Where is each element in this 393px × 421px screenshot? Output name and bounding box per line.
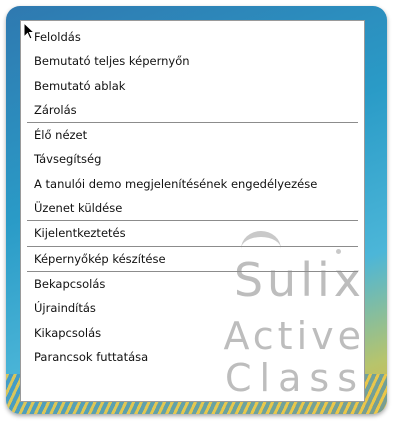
menu-item-run-commands[interactable]: Parancsok futtatása	[21, 345, 364, 369]
menu-item-power-off[interactable]: Kikapcsolás	[21, 321, 364, 345]
menu-item-live-view[interactable]: Élő nézet	[21, 123, 364, 147]
menu-item-lock[interactable]: Zárolás	[21, 98, 364, 122]
menu-item-unlock[interactable]: Feloldás	[21, 25, 364, 49]
context-menu: ® Sulix Active Class Feloldás Bemutató t…	[20, 20, 365, 402]
menu-item-demo-window[interactable]: Bemutató ablak	[21, 74, 364, 98]
menu-item-demo-fullscreen[interactable]: Bemutató teljes képernyőn	[21, 49, 364, 73]
menu-item-send-message[interactable]: Üzenet küldése	[21, 196, 364, 220]
menu-list: Feloldás Bemutató teljes képernyőn Bemut…	[21, 21, 364, 369]
menu-item-logout[interactable]: Kijelentkeztetés	[21, 221, 364, 245]
menu-item-screenshot[interactable]: Képernyőkép készítése	[21, 247, 364, 271]
menu-item-reboot[interactable]: Újraindítás	[21, 296, 364, 320]
menu-item-remote-help[interactable]: Távsegítség	[21, 147, 364, 171]
menu-item-allow-student-demo[interactable]: A tanulói demo megjelenítésének engedély…	[21, 172, 364, 196]
menu-item-power-on[interactable]: Bekapcsolás	[21, 272, 364, 296]
